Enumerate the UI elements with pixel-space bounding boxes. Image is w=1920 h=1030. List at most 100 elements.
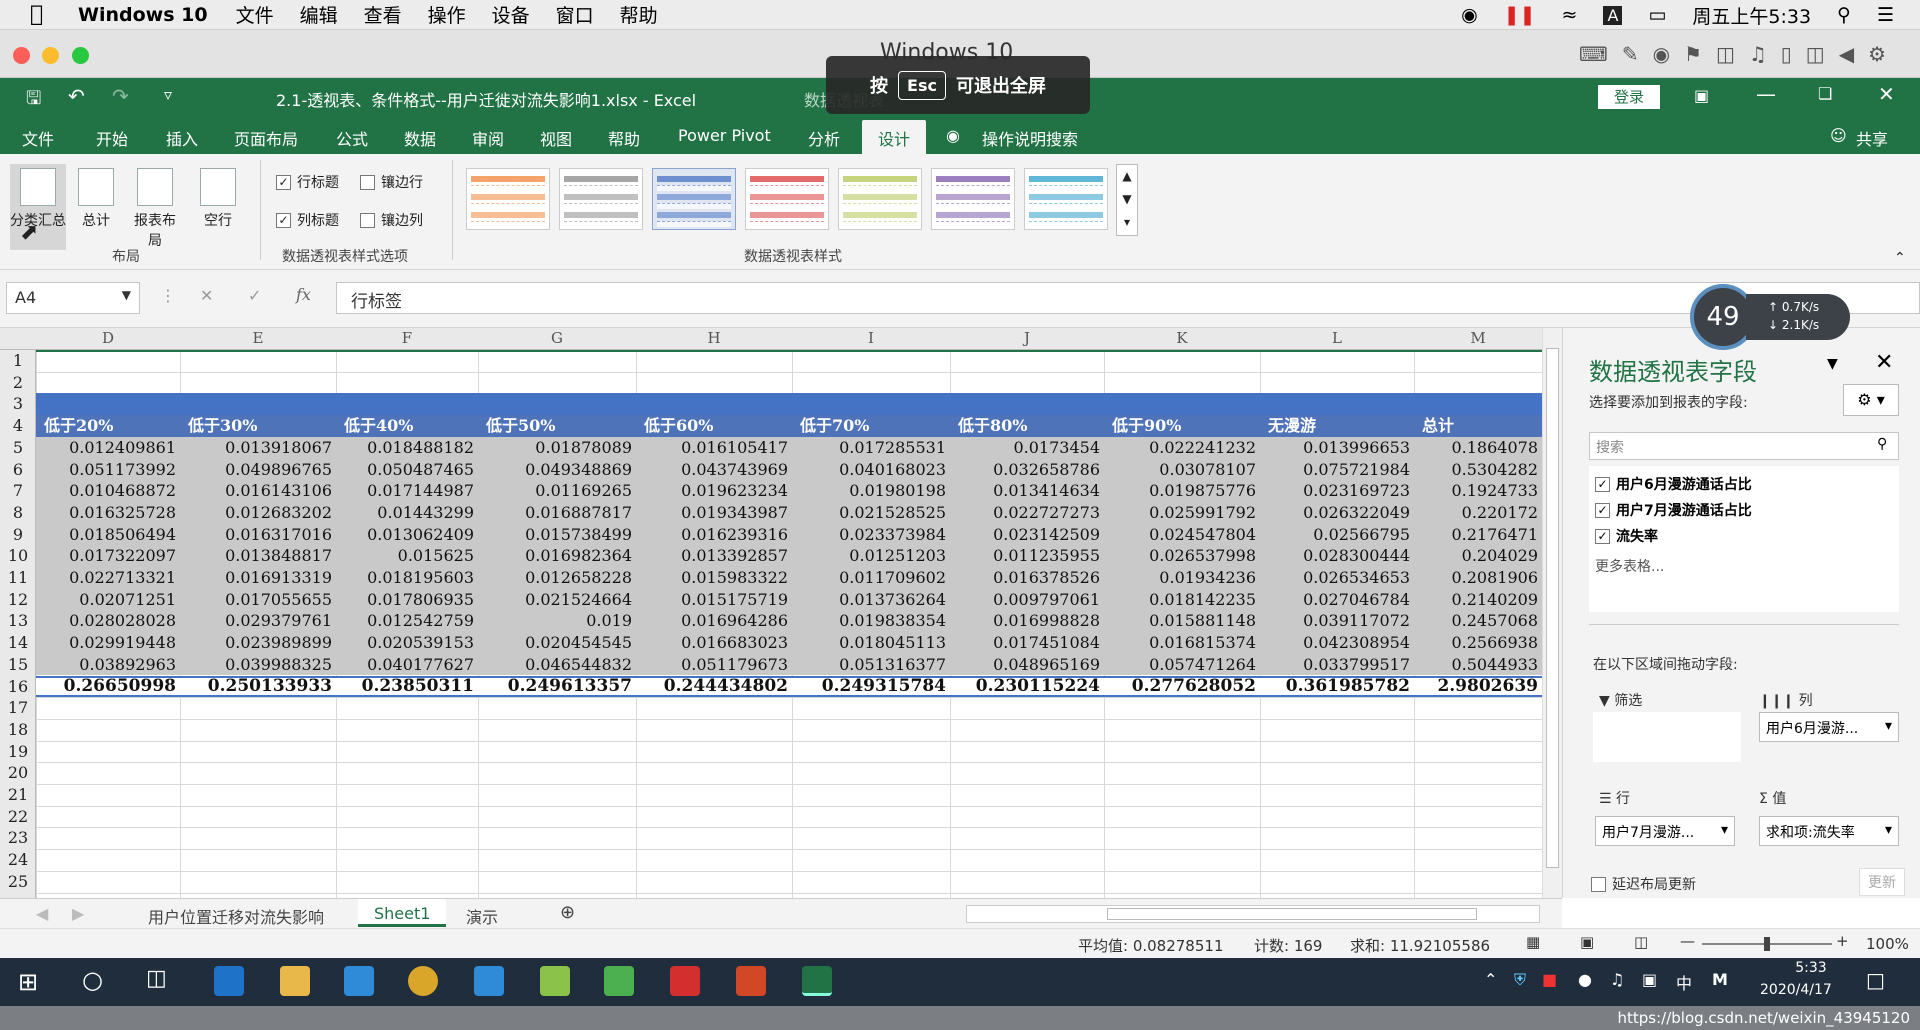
gear-icon[interactable]: ⚙ ▾ [1843, 384, 1899, 416]
pivot-value-cell[interactable]: 0.015881148 [1104, 610, 1260, 632]
powerpoint-icon[interactable] [736, 966, 766, 996]
tab-design[interactable]: 设计 [862, 120, 927, 154]
wechat-icon[interactable] [604, 966, 634, 996]
sheet-tab-migration[interactable]: 用户位置迁移对流失影响 [148, 904, 324, 928]
volume-icon[interactable]: ♫ [1610, 970, 1624, 989]
pivot-value-cell[interactable]: 0.2457068 [1414, 610, 1542, 632]
pivot-value-cell[interactable]: 0.017055655 [180, 589, 336, 611]
record-icon[interactable]: ◉ [1461, 4, 1478, 26]
row-header[interactable]: 3 [0, 393, 36, 415]
pivot-value-cell[interactable]: 0.204029 [1414, 545, 1542, 567]
pivot-value-cell[interactable]: 0.026534653 [1260, 567, 1414, 589]
row-header[interactable]: 9 [0, 524, 36, 546]
field-item[interactable]: ✓ 用户7月漫游通话占比 [1595, 500, 1752, 520]
mac-menu-help[interactable]: 帮助 [620, 1, 658, 28]
pivot-column-label[interactable]: 无漫游 [1260, 415, 1414, 437]
row-header[interactable]: 6 [0, 459, 36, 481]
pivot-value-cell[interactable]: 0.019623234 [636, 480, 792, 502]
ime-indicator[interactable]: 中 [1676, 970, 1692, 994]
pivot-value-cell[interactable]: 0.01251203 [792, 545, 950, 567]
tab-power-pivot[interactable]: Power Pivot [678, 126, 771, 145]
zoom-out-icon[interactable]: — [1680, 932, 1695, 950]
column-headers-checkbox[interactable]: ✓ 列标题 [276, 210, 339, 230]
row-header[interactable]: 16 [0, 676, 36, 698]
pivot-value-cell[interactable]: 0.01878089 [478, 437, 636, 459]
pivot-value-cell[interactable]: 0.2081906 [1414, 567, 1542, 589]
pivot-value-cell[interactable]: 0.027046784 [1260, 589, 1414, 611]
column-header-f[interactable]: F [336, 329, 478, 347]
pivot-value-cell[interactable]: 0.018195603 [336, 567, 478, 589]
more-options-icon[interactable]: ⋮ [160, 286, 176, 305]
pivot-value-cell[interactable]: 0.039988325 [180, 654, 336, 676]
scroll-thumb[interactable] [1546, 348, 1559, 868]
spotlight-icon[interactable]: ⚲ [1837, 4, 1851, 26]
cancel-icon[interactable]: ✕ [200, 286, 213, 305]
vm-toolbar-icons[interactable]: ⌨✎◉⚑◫♫▯◫◀⚙ [1579, 42, 1900, 66]
pivot-value-cell[interactable]: 0.039117072 [1260, 610, 1414, 632]
pane-options-icon[interactable]: ▼ [1827, 356, 1838, 372]
zoom-level[interactable]: 100% [1866, 935, 1909, 953]
pivot-column-label[interactable]: 总计 [1414, 415, 1542, 437]
chart-app-icon[interactable] [540, 966, 570, 996]
h-scroll-thumb[interactable] [1107, 908, 1477, 920]
row-header[interactable]: 23 [0, 827, 36, 849]
file-explorer-icon[interactable] [280, 966, 310, 996]
banded-rows-checkbox[interactable]: 镶边行 [360, 172, 423, 192]
pivot-value-cell[interactable]: 0.043743969 [636, 459, 792, 481]
pivot-value-cell[interactable]: 0.018488182 [336, 437, 478, 459]
pivot-column-label[interactable]: 低于40% [336, 415, 478, 437]
tab-data[interactable]: 数据 [404, 126, 436, 150]
tray-arrow-icon[interactable]: ⌃ [1484, 970, 1497, 989]
customize-qat-icon[interactable]: ▿ [164, 85, 172, 104]
pivot-value-cell[interactable]: 0.033799517 [1260, 654, 1414, 676]
pivot-value-cell[interactable]: 0.020454545 [478, 632, 636, 654]
sheet-tab-sheet1[interactable]: Sheet1 [358, 899, 447, 927]
close-icon[interactable]: ✕ [1878, 82, 1895, 106]
pivot-value-cell[interactable]: 0.1864078 [1414, 437, 1542, 459]
pivot-value-cell[interactable]: 0.040177627 [336, 654, 478, 676]
row-header[interactable]: 18 [0, 719, 36, 741]
task-view-icon[interactable]: ◫ [146, 966, 167, 991]
row-header[interactable]: 17 [0, 697, 36, 719]
excel-taskbar-icon[interactable] [802, 966, 832, 996]
column-header-h[interactable]: H [636, 329, 792, 347]
tell-me-search[interactable]: 操作说明搜索 [982, 126, 1078, 150]
parallels-icon[interactable]: ❚❚ [1504, 4, 1536, 26]
pivot-value-cell[interactable]: 0.024547804 [1104, 524, 1260, 546]
tab-formulas[interactable]: 公式 [336, 126, 368, 150]
mac-clock[interactable]: 周五上午5:33 [1692, 2, 1811, 29]
pivot-column-label[interactable]: 低于70% [792, 415, 950, 437]
pivot-value-cell[interactable]: 0.02566795 [1260, 524, 1414, 546]
page-break-view-icon[interactable]: ◫ [1634, 933, 1648, 951]
sheet-tab-demo[interactable]: 演示 [466, 904, 498, 928]
row-header[interactable]: 22 [0, 806, 36, 828]
pivot-value-cell[interactable]: 0.050487465 [336, 459, 478, 481]
shield-icon[interactable]: ⛨ [1514, 970, 1526, 990]
pivot-value-cell[interactable]: 0.051179673 [636, 654, 792, 676]
pivot-value-cell[interactable]: 0.029919448 [36, 632, 180, 654]
value-field-chip[interactable]: 求和项:流失率 ▾ [1759, 816, 1899, 846]
share-button[interactable]: 共享 [1856, 126, 1888, 150]
next-sheet-icon[interactable]: ▶ [72, 904, 84, 923]
pivot-value-cell[interactable]: 0.016239316 [636, 524, 792, 546]
pivot-value-cell[interactable]: 0.016913319 [180, 567, 336, 589]
tab-insert[interactable]: 插入 [166, 126, 198, 150]
pivot-value-cell[interactable]: 0.015625 [336, 545, 478, 567]
login-button[interactable]: 登录 [1598, 85, 1660, 109]
vertical-scrollbar[interactable] [1542, 328, 1562, 898]
tab-view[interactable]: 视图 [540, 126, 572, 150]
pivot-value-cell[interactable]: 0.012683202 [180, 502, 336, 524]
minimize-icon[interactable]: — [1756, 82, 1776, 106]
grand-total-cell[interactable]: 2.9802639 [1414, 676, 1542, 698]
row-header[interactable]: 24 [0, 849, 36, 871]
pivot-value-cell[interactable]: 0.016982364 [478, 545, 636, 567]
name-box[interactable]: A4 ▼ [6, 282, 140, 314]
pivot-value-cell[interactable]: 0.022241232 [1104, 437, 1260, 459]
collapse-ribbon-icon[interactable]: ⌃ [1894, 250, 1906, 266]
pivot-value-cell[interactable]: 0.028300444 [1260, 545, 1414, 567]
pivot-value-cell[interactable]: 0.016378526 [950, 567, 1104, 589]
pivot-value-cell[interactable]: 0.046544832 [478, 654, 636, 676]
pivot-value-cell[interactable]: 0.018045113 [792, 632, 950, 654]
pivot-value-cell[interactable]: 0.012658228 [478, 567, 636, 589]
grand-total-cell[interactable]: 0.244434802 [636, 676, 792, 698]
